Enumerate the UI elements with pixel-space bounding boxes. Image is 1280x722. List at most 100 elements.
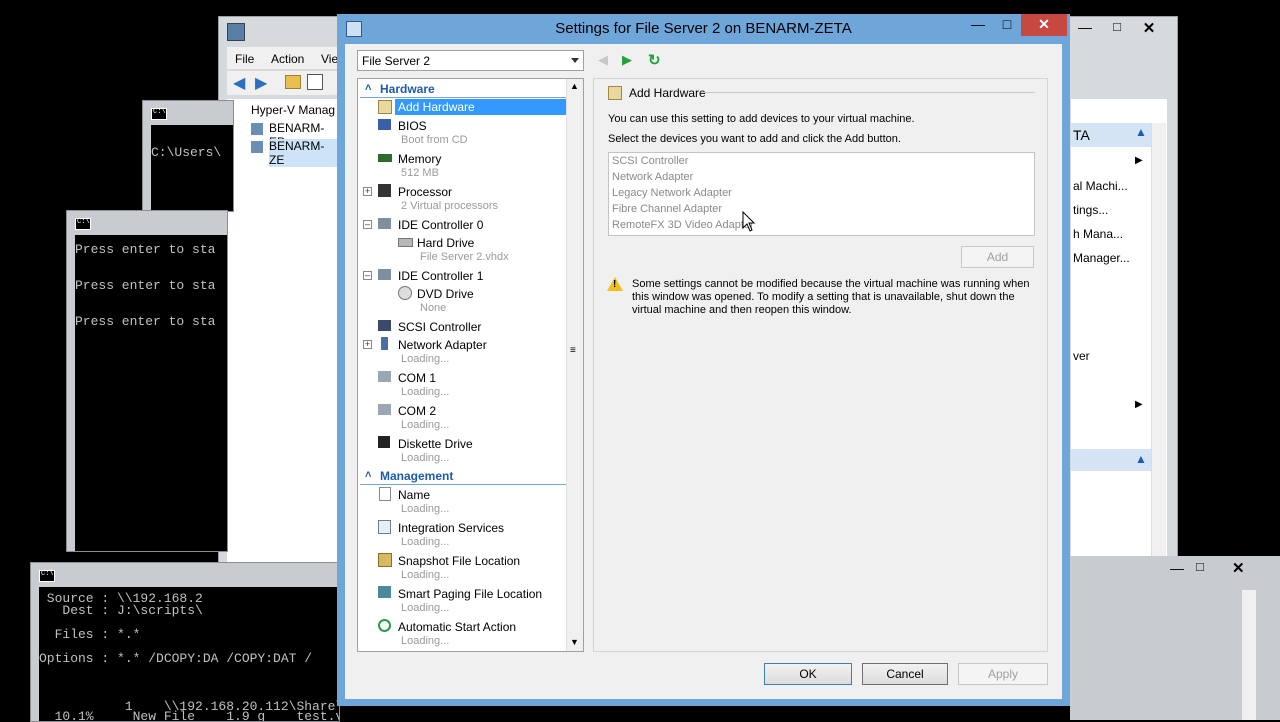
server-node-benarm-zeta[interactable]: BENARM-ZE [269,139,339,167]
menu-view[interactable]: Vie [321,52,338,66]
refresh-icon[interactable]: ↻ [648,51,661,69]
close-button[interactable]: ✕ [1021,14,1067,36]
tree-item-ide-controller-0[interactable]: – IDE Controller 0 [358,216,566,234]
tree-item-bios[interactable]: BIOS Boot from CD [358,117,566,149]
action-item[interactable]: Manager... [1073,251,1130,265]
server-icon [251,141,263,153]
device-list[interactable]: SCSI Controller Network Adapter Legacy N… [608,152,1035,236]
tree-item-label: DVD Drive [417,287,474,301]
cancel-button[interactable]: Cancel [862,663,948,685]
menu-file[interactable]: File [235,52,254,66]
tree-item-detail: Boot from CD [401,134,468,146]
hyperv-app-icon [227,23,245,41]
tree-item-ide-controller-1[interactable]: – IDE Controller 1 [358,267,566,285]
tree-item-label: Smart Paging File Location [398,587,543,601]
tree-item-add-hardware[interactable]: Add Hardware [358,99,569,117]
tree-item-com-2[interactable]: COM 2 Loading... [358,402,566,434]
device-list-item[interactable]: RemoteFX 3D Video Adapter [612,219,754,231]
actions-header-label: TA [1073,127,1090,143]
action-item[interactable]: al Machi... [1073,179,1128,193]
collapse-up-icon[interactable]: ▲ [1135,125,1147,139]
device-list-item[interactable]: Network Adapter [612,171,693,183]
apply-button[interactable]: Apply [958,663,1048,685]
hyperv-menubar: File Action Vie [227,47,347,69]
hyperv-manager-node[interactable]: Hyper-V Manag [251,103,335,117]
add-button[interactable]: Add [961,246,1034,268]
panel-description: You can use this setting to add devices … [608,113,915,125]
tree-item-label: Memory [398,152,442,166]
action-item[interactable]: ver [1073,349,1090,363]
scroll-down-icon[interactable]: ▼ [570,637,579,647]
tree-item-dvd-drive[interactable]: DVD Drive None [358,285,566,317]
action-item[interactable]: tings... [1073,203,1108,217]
tree-item-processor[interactable]: + Processor 2 Virtual processors [358,183,566,215]
device-list-item[interactable]: Legacy Network Adapter [612,187,732,199]
device-list-item[interactable]: Fibre Channel Adapter [612,203,722,215]
tree-item-scsi-controller[interactable]: SCSI Controller [358,318,566,336]
tree-item-snapshot-file-location[interactable]: Snapshot File Location Loading... [358,552,566,584]
collapse-up-icon[interactable]: ▲ [1135,452,1147,466]
console-icon [75,218,91,230]
next-icon[interactable]: ▶ [622,52,632,68]
scroll-grip-icon[interactable]: ≡ [570,345,576,356]
tree-item-name[interactable]: Name Loading... [358,486,566,518]
ok-button[interactable]: OK [764,663,852,685]
scrollbar[interactable] [1242,590,1256,720]
dialog-title: Settings for File Server 2 on BENARM-ZET… [555,20,852,37]
chevron-down-icon [571,58,579,63]
snapshot-icon [378,553,392,567]
maximize-button[interactable]: □ [1103,19,1131,39]
tree-item-automatic-start-action[interactable]: Automatic Start Action Loading... [358,618,566,650]
hardware-section-header[interactable]: ˄ Hardware [360,80,566,98]
device-list-item[interactable]: SCSI Controller [612,155,688,167]
management-section-header[interactable]: ˄ Management [360,467,566,485]
back-arrow-icon[interactable]: ◀ [233,73,245,93]
console-line: Press enter to sta [75,242,216,257]
maximize-button[interactable]: □ [992,14,1022,36]
tree-item-network-adapter[interactable]: + Network Adapter Loading... [358,336,566,368]
maximize-button[interactable]: □ [1196,559,1204,574]
actions-pane: TA ▲ ▶ al Machi... tings... h Mana... Ma… [1071,99,1167,599]
tree-item-smart-paging-file-location[interactable]: Smart Paging File Location Loading... [358,585,566,617]
console-output: C:\Users\ [151,125,233,211]
tree-item-detail: Loading... [401,452,450,464]
warning-icon-mark: ! [613,279,617,290]
collapse-up-icon: ˄ [365,469,372,481]
actions-scrollbar[interactable] [1151,123,1166,579]
action-item[interactable]: h Mana... [1073,227,1123,241]
up-folder-icon[interactable] [285,75,301,89]
close-button[interactable]: ✕ [1232,559,1245,577]
hyperv-tree: Hyper-V Manag BENARM-EP BENARM-ZE [227,99,339,599]
tree-item-memory[interactable]: Memory 512 MB [358,150,566,182]
menu-action[interactable]: Action [271,52,304,66]
collapse-minus-icon[interactable]: – [363,220,372,229]
show-hide-tree-icon[interactable] [307,74,323,90]
minimize-button[interactable]: — [1170,560,1184,576]
tree-item-label: BIOS [398,119,427,133]
tree-item-com-1[interactable]: COM 1 Loading... [358,369,566,401]
tree-item-detail: 512 MB [401,167,439,179]
minimize-button[interactable]: — [1071,19,1099,39]
submenu-arrow-icon: ▶ [1135,155,1143,166]
collapse-minus-icon[interactable]: – [363,271,372,280]
minimize-button[interactable]: — [963,14,993,36]
tree-item-detail: Loading... [401,353,450,365]
warning-line: this window was opened. To modify a sett… [632,291,1015,303]
processor-icon [378,184,391,197]
console-line: Files : *.* [39,627,141,642]
integration-services-icon [378,520,391,534]
actions-subheader: ▲ [1071,449,1151,471]
tree-item-integration-services[interactable]: Integration Services Loading... [358,519,566,551]
hard-drive-icon [398,238,413,247]
scroll-up-icon[interactable]: ▲ [570,81,579,91]
tree-item-hard-drive[interactable]: Hard Drive File Server 2.vhdx [358,234,566,266]
tree-item-detail: Loading... [401,602,450,614]
expand-plus-icon[interactable]: + [363,187,372,196]
previous-icon[interactable]: ◀ [598,52,608,68]
tree-scrollbar[interactable]: ▲ ≡ ▼ [566,79,583,651]
close-button[interactable]: ✕ [1135,19,1163,39]
forward-arrow-icon[interactable]: ▶ [255,73,267,93]
vm-selector[interactable]: File Server 2 [357,50,584,71]
tree-item-diskette-drive[interactable]: Diskette Drive Loading... [358,435,566,467]
expand-plus-icon[interactable]: + [363,340,372,349]
